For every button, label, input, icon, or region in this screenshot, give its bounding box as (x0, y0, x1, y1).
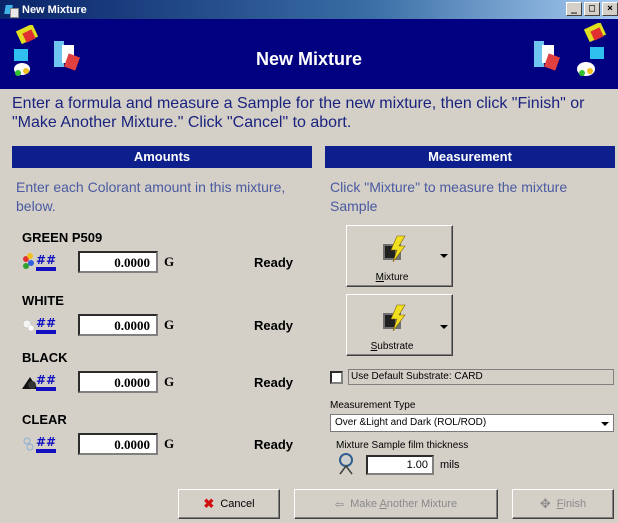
colorant-amount-input[interactable]: 0.0000 (78, 314, 158, 336)
substrate-button-label: Substrate (370, 341, 414, 352)
make-another-label: Make Another Mixture (350, 498, 458, 510)
substrate-dropdown-arrow-icon[interactable] (440, 325, 448, 329)
colorant-unit: G (164, 374, 175, 389)
colorant-name: CLEAR (22, 412, 67, 427)
colorant-status: Ready (254, 254, 294, 270)
measurement-header: Measurement (325, 146, 615, 168)
colorant-amount-icon: ## (23, 435, 56, 453)
banner-title: New Mixture (255, 49, 363, 69)
colorant-name: BLACK (22, 350, 68, 365)
colorant-name: WHITE (22, 293, 64, 308)
svg-text:##: ## (36, 435, 56, 449)
svg-text:##: ## (36, 253, 56, 267)
svg-text:##: ## (36, 316, 56, 330)
cancel-x-icon: ✖ (203, 496, 215, 511)
thickness-label: Mixture Sample film thickness (336, 440, 469, 451)
chevron-down-icon[interactable] (601, 422, 609, 426)
cancel-button[interactable]: ✖ Cancel (178, 489, 280, 519)
finish-flag-icon: ✥ (539, 496, 551, 511)
finish-button-label: Finish (556, 498, 587, 510)
measurement-type-value: Over &Light and Dark (ROL/ROD) (335, 417, 487, 428)
mixture-button-label: Mixture (375, 272, 409, 283)
spectrophotometer-icon (383, 235, 406, 263)
minimize-button[interactable]: _ (566, 2, 582, 16)
colorant-row: ## 0.0000 G Ready (20, 432, 293, 456)
colorant-amount-icon: ## (22, 316, 56, 334)
colorant-status: Ready (254, 317, 294, 333)
app-icon (4, 3, 19, 18)
amounts-header: Amounts (12, 146, 312, 168)
mixture-dropdown-arrow-icon[interactable] (440, 254, 448, 258)
use-default-substrate-label[interactable]: Use Default Substrate: CARD (348, 369, 614, 385)
instructions-text: Enter a formula and measure a Sample for… (12, 95, 585, 131)
finish-button[interactable]: ✥ Finish (512, 489, 614, 519)
amounts-hint: Enter each Colorant amount in this mixtu… (16, 179, 286, 214)
colorant-amount-icon: ## (23, 253, 56, 271)
colorant-name: GREEN P509 (22, 230, 103, 245)
measurement-type-select[interactable]: Over &Light and Dark (ROL/ROD) (330, 414, 614, 432)
svg-text:##: ## (36, 373, 56, 387)
window-controls: _ □ × (564, 2, 618, 16)
colorant-status: Ready (254, 374, 294, 390)
color-chips-icon-right (534, 41, 561, 71)
cancel-button-label: Cancel (220, 498, 255, 510)
thickness-gauge-icon (339, 453, 353, 475)
use-default-substrate-checkbox[interactable] (330, 370, 343, 384)
colorant-amount-icon: ## (22, 373, 56, 391)
colorant-unit: G (164, 436, 175, 451)
thickness-input[interactable]: 1.00 (366, 455, 434, 475)
thickness-unit: mils (440, 459, 460, 471)
colorant-amount-input[interactable]: 0.0000 (78, 371, 158, 393)
repeat-arrow-icon: ⇦ (334, 498, 345, 511)
colorant-unit: G (164, 254, 175, 269)
window-titlebar: New Mixture _ □ × (0, 0, 618, 19)
colorant-amount-input[interactable]: 0.0000 (78, 433, 158, 455)
colorant-row: ## 0.0000 G Ready (20, 370, 293, 394)
wizard-banner: New Mixture (0, 19, 618, 89)
close-button[interactable]: × (602, 2, 618, 16)
make-another-mixture-button[interactable]: ⇦ Make Another Mixture (294, 489, 498, 519)
colorant-unit: G (164, 317, 175, 332)
colorant-row: ## 0.0000 G Ready (20, 313, 293, 337)
colorant-status: Ready (254, 436, 294, 452)
use-default-substrate-row: Use Default Substrate: CARD (330, 368, 614, 386)
mixture-button[interactable]: Mixture (346, 225, 453, 287)
measurement-hint: Click "Mixture" to measure the mixture S… (330, 179, 568, 214)
maximize-button[interactable]: □ (584, 2, 600, 16)
colorant-row: ## 0.0000 G Ready (20, 250, 293, 274)
window-title: New Mixture (22, 3, 87, 16)
paint-cans-icon-right (577, 23, 607, 76)
spectrophotometer-icon (383, 304, 406, 332)
colorant-amount-input[interactable]: 0.0000 (78, 251, 158, 273)
substrate-button[interactable]: Substrate (346, 294, 453, 356)
measurement-type-label: Measurement Type (330, 400, 416, 411)
